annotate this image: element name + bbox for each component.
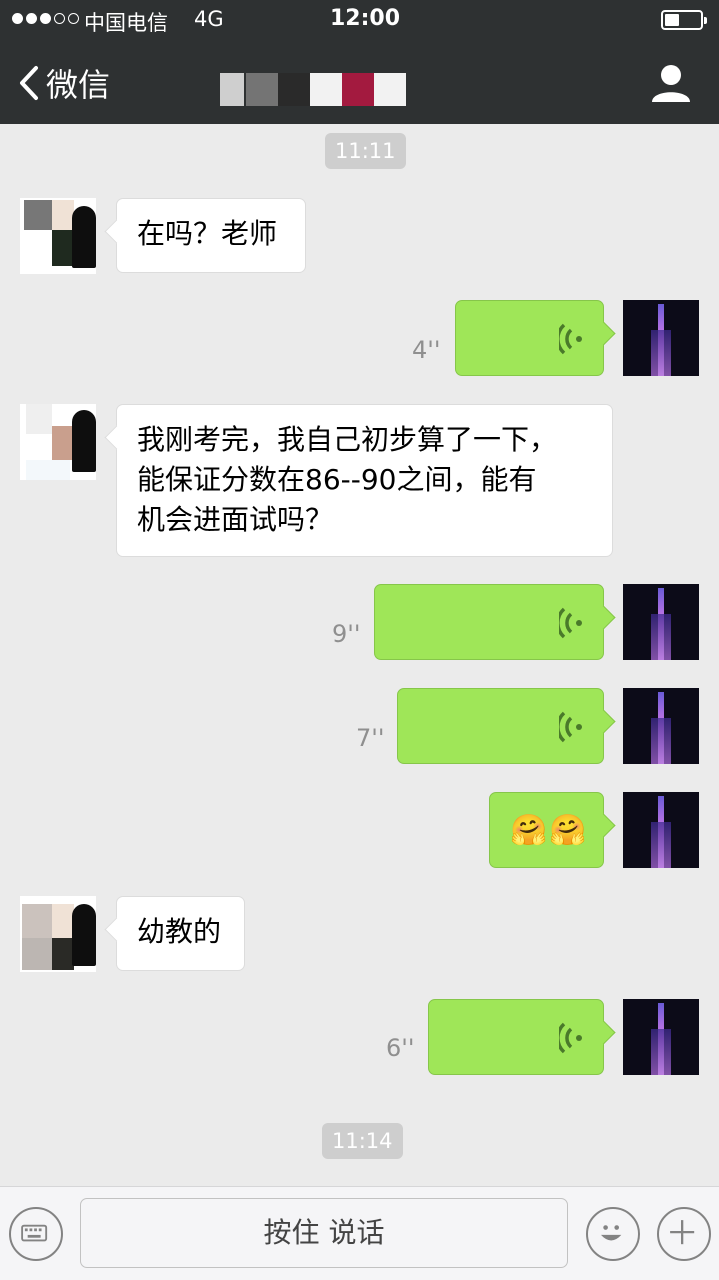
emoji-message-bubble[interactable]: 🤗🤗 — [489, 792, 604, 868]
clock: 12:00 — [330, 6, 401, 31]
message-bubble-incoming[interactable]: 在吗？老师 — [116, 198, 306, 273]
voice-wave-icon — [559, 607, 582, 639]
message-text-line: 能保证分数在86--90之间，能有 — [137, 463, 537, 496]
plus-icon — [670, 1220, 695, 1245]
my-avatar[interactable] — [623, 792, 699, 868]
contact-avatar[interactable] — [20, 404, 96, 480]
message-bubble-incoming[interactable]: 幼教的 — [116, 896, 245, 971]
back-label: 微信 — [46, 66, 111, 104]
voice-message-bubble[interactable] — [428, 999, 604, 1075]
battery-icon — [661, 10, 707, 30]
my-avatar[interactable] — [623, 999, 699, 1075]
voice-message-bubble[interactable] — [455, 300, 604, 376]
timestamp: 11:11 — [325, 133, 406, 169]
network-type: 4G — [194, 7, 224, 31]
voice-duration: 4'' — [412, 336, 441, 364]
hugging-face-emoji: 🤗🤗 — [510, 813, 589, 848]
voice-message-bubble[interactable] — [374, 584, 604, 660]
chevron-left-icon — [20, 66, 38, 100]
my-avatar[interactable] — [623, 688, 699, 764]
signal-strength-icon — [12, 13, 79, 24]
voice-wave-icon — [559, 323, 582, 355]
message-text-line: 机会进面试吗？ — [137, 503, 334, 536]
message-bubble-incoming[interactable]: 我刚考完，我自己初步算了一下， 能保证分数在86--90之间，能有 机会进面试吗… — [116, 404, 613, 557]
contact-avatar[interactable] — [20, 896, 96, 972]
voice-duration: 6'' — [386, 1034, 415, 1062]
emoji-button[interactable] — [586, 1207, 640, 1261]
my-avatar[interactable] — [623, 584, 699, 660]
my-avatar[interactable] — [623, 300, 699, 376]
keyboard-icon — [21, 1224, 48, 1242]
voice-message-bubble[interactable] — [397, 688, 604, 764]
timestamp: 11:14 — [322, 1123, 403, 1159]
voice-wave-icon — [559, 1022, 582, 1054]
more-options-button[interactable] — [657, 1207, 711, 1261]
voice-wave-icon — [559, 711, 582, 743]
nav-bar: 微信 — [0, 40, 719, 124]
voice-duration: 7'' — [356, 724, 385, 752]
hold-to-talk-button[interactable]: 按住 说话 — [80, 1198, 568, 1268]
person-icon[interactable] — [650, 62, 692, 104]
back-button[interactable]: 微信 — [18, 60, 110, 106]
input-bar: 按住 说话 — [0, 1186, 719, 1280]
carrier-name: 中国电信 — [84, 11, 168, 35]
message-text: 幼教的 — [137, 915, 222, 948]
status-bar: 中国电信 4G 12:00 — [0, 0, 719, 40]
keyboard-toggle-button[interactable] — [9, 1207, 63, 1261]
top-bar: 中国电信 4G 12:00 微信 — [0, 0, 719, 124]
redacted-chat-title — [212, 56, 502, 108]
message-text-line: 我刚考完，我自己初步算了一下， — [137, 423, 558, 456]
message-text: 在吗？老师 — [137, 217, 278, 250]
smiley-icon — [600, 1225, 622, 1241]
contact-avatar[interactable] — [20, 198, 96, 274]
voice-duration: 9'' — [332, 620, 361, 648]
